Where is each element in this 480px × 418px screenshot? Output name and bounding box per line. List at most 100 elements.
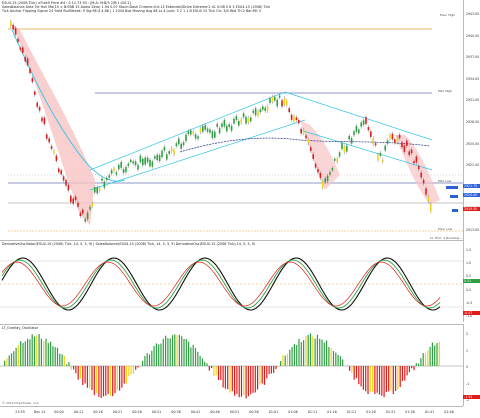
derivative-oscillator-pane[interactable]: DerivativeOscillator(ESU4-15 (2008) Tick… <box>0 240 463 323</box>
histogram-bar <box>11 353 12 366</box>
histogram-bar <box>236 366 237 394</box>
candle <box>408 151 410 155</box>
overlay-oscillator-pane[interactable]: LT_Overlay_Oscillator <box>0 324 463 407</box>
histogram-bar <box>188 342 189 366</box>
candle <box>156 155 158 160</box>
histogram-bar <box>262 366 263 383</box>
histogram-bar <box>280 361 281 366</box>
histogram-bar <box>418 364 419 366</box>
candle <box>20 47 22 49</box>
histogram-axis-tick-label: -1 <box>466 382 469 386</box>
histogram-bar <box>27 339 28 366</box>
candle <box>219 128 221 133</box>
histogram-bar <box>333 351 334 366</box>
candle <box>192 132 194 134</box>
candle <box>404 145 406 151</box>
histogram-bar <box>62 354 63 366</box>
histogram-bar <box>269 366 270 374</box>
candle <box>322 181 324 187</box>
histogram-bar <box>436 343 437 366</box>
time-axis-tick-label: 00:16 <box>93 410 103 414</box>
candle <box>94 187 96 193</box>
candle <box>44 118 46 125</box>
histogram-canvas[interactable] <box>0 325 463 407</box>
price-axis-tick-label: 2925.00 <box>466 142 479 146</box>
histogram-bar <box>39 334 40 366</box>
histogram-bar <box>407 366 408 375</box>
candle <box>327 176 329 181</box>
candle <box>267 107 269 111</box>
histogram-bar <box>16 348 17 366</box>
candle <box>195 134 197 138</box>
histogram-bar <box>45 339 46 366</box>
histogram-bar <box>409 366 410 372</box>
oscillator-canvas[interactable] <box>0 241 463 323</box>
candle <box>329 172 331 175</box>
histogram-axis[interactable]: 210-1-2 <box>463 324 480 406</box>
histogram-bar <box>80 366 81 378</box>
candle <box>312 154 314 159</box>
histogram-bar <box>367 366 368 394</box>
histogram-bar <box>282 355 283 366</box>
candle <box>99 188 101 191</box>
histogram-bar <box>151 351 152 366</box>
histogram-bar <box>89 366 90 389</box>
histogram-bar <box>305 336 306 366</box>
histogram-bar <box>275 366 276 369</box>
histogram-bar <box>124 366 125 384</box>
candle <box>161 151 163 157</box>
price-chart-canvas[interactable] <box>0 0 463 240</box>
histogram-bar <box>411 366 412 368</box>
histogram-bar <box>29 339 30 366</box>
candle <box>207 129 209 132</box>
histogram-bar <box>223 366 224 387</box>
histogram-bar <box>266 366 267 378</box>
candle <box>317 169 319 172</box>
candle <box>324 178 326 182</box>
histogram-header: LT_Overlay_Oscillator <box>2 326 38 330</box>
prev-high-label: Prev. High <box>440 13 455 17</box>
histogram-bar <box>121 366 122 388</box>
time-axis-tick-label: 00:31 <box>152 410 162 414</box>
price-chart-pane[interactable]: ESU4-15 (2008 Tick) ×Futs9 Price #4 : 0 … <box>0 0 463 240</box>
histogram-bar <box>119 366 120 391</box>
histogram-bar <box>172 335 173 366</box>
price-axis[interactable]: 2943.002940.002937.002934.002931.002928.… <box>463 0 480 240</box>
candle <box>394 139 396 143</box>
histogram-bar <box>427 350 428 366</box>
histogram-bar <box>259 366 260 385</box>
histogram-bar <box>257 366 258 389</box>
candle <box>27 58 29 65</box>
histogram-bar <box>335 353 336 366</box>
price-axis-tick-label: 2943.00 <box>466 12 479 16</box>
candle <box>425 188 427 194</box>
candle <box>291 115 293 120</box>
histogram-bar <box>206 363 207 366</box>
histogram-bar <box>36 335 37 366</box>
time-axis-tick-label: 00:36 <box>171 410 181 414</box>
histogram-bar <box>384 366 385 397</box>
histogram-bar <box>34 337 35 366</box>
histogram-bar <box>181 336 182 366</box>
candle <box>144 158 146 165</box>
copyright-text: © 2019 NinjaTrader, LLC <box>2 401 39 405</box>
histogram-bar <box>110 366 111 396</box>
candle <box>164 147 166 151</box>
last-price-badge: 2919.50 <box>463 207 480 211</box>
candle <box>298 120 300 123</box>
candle <box>255 108 257 115</box>
histogram-bar <box>57 348 58 366</box>
histogram-bar <box>216 366 217 375</box>
time-axis-tick-label: 00:41 <box>191 410 201 414</box>
time-axis-tick-label: 01:21 <box>347 410 357 414</box>
candle <box>348 136 350 140</box>
histogram-bar <box>126 366 127 384</box>
histogram-bar <box>358 366 359 384</box>
time-axis[interactable]: 23:59Dec 1400:0000:1100:1600:2100:2600:3… <box>0 406 463 418</box>
candle <box>58 168 60 172</box>
candle <box>260 109 262 112</box>
histogram-bar <box>432 343 433 366</box>
histogram-bar <box>225 366 226 389</box>
histogram-bar <box>342 359 343 366</box>
price-badge-blue-2: 2920.00 <box>463 193 480 197</box>
